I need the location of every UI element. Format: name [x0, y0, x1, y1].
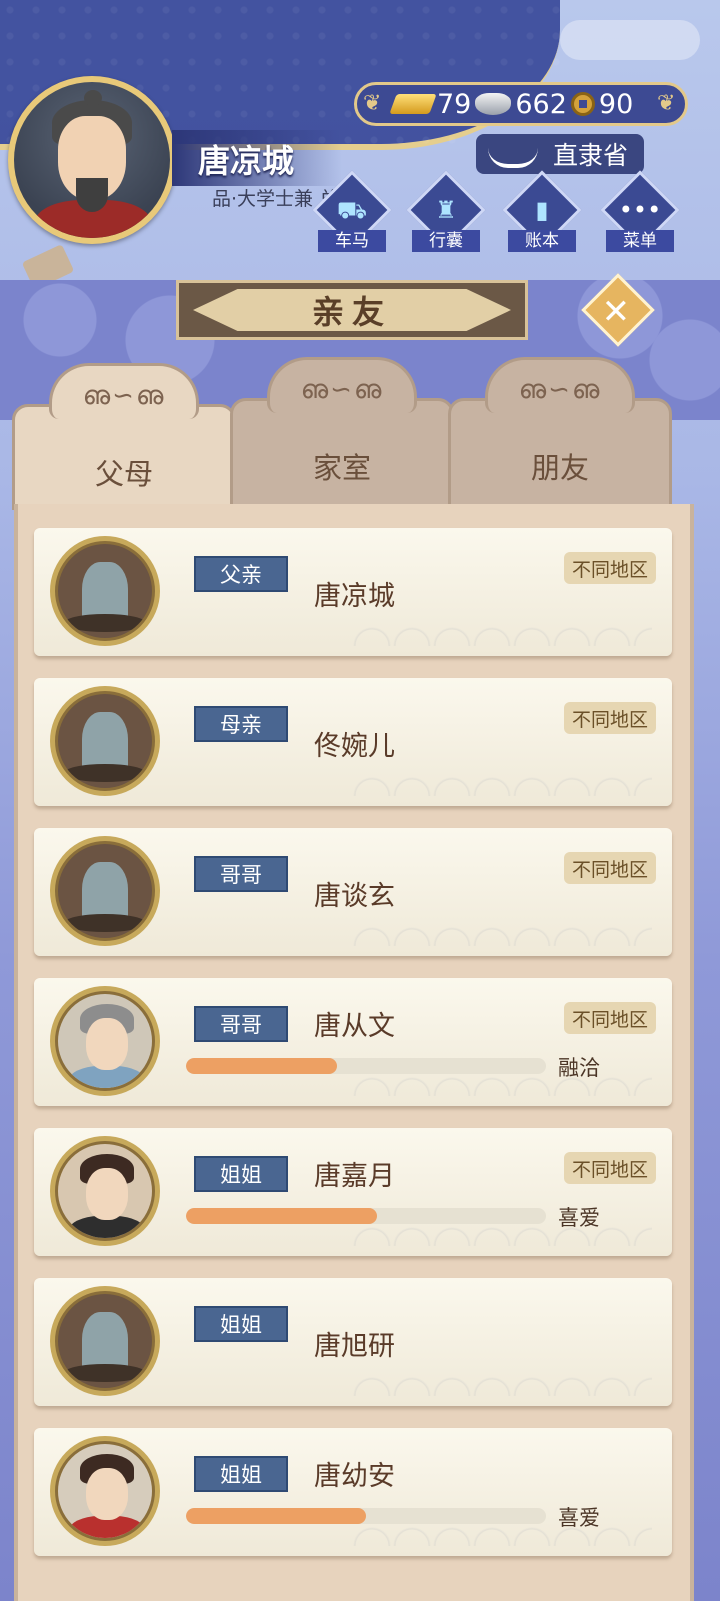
region-badge: 不同地区	[564, 552, 656, 584]
relative-name: 唐从文	[314, 1011, 395, 1042]
affinity-label: 融洽	[558, 1056, 600, 1080]
affinity-label: 喜爱	[558, 1206, 600, 1230]
menu-label: 菜单	[606, 230, 674, 252]
carriage-label: 车马	[318, 230, 386, 252]
relative-name: 唐嘉月	[314, 1161, 395, 1192]
ledger-label: 账本	[508, 230, 576, 252]
tab-label: 朋友	[530, 451, 589, 485]
gold-amount: 79	[437, 88, 472, 120]
affinity-fill	[186, 1208, 377, 1224]
player-avatar[interactable]	[8, 76, 176, 244]
title-banner: 亲友	[176, 280, 528, 340]
avatar	[50, 986, 160, 1096]
list-item[interactable]: 姐姐 唐旭研	[34, 1278, 672, 1406]
list-item[interactable]: 姐姐 唐嘉月 不同地区 喜爱	[34, 1128, 672, 1256]
ledger-button[interactable]: ▮ 账本	[502, 170, 582, 256]
affinity-bar	[186, 1208, 546, 1224]
region-badge: 不同地区	[564, 852, 656, 884]
sky-cloud	[560, 20, 700, 60]
carriage-button[interactable]: ⛟ 车马	[312, 170, 392, 256]
avatar-portrait	[14, 82, 170, 238]
brush-icon	[488, 140, 538, 168]
gold-ingot-icon	[389, 94, 437, 114]
avatar	[50, 1136, 160, 1246]
avatar	[50, 536, 160, 646]
bag-icon: ♜	[435, 196, 457, 224]
relation-badge: 姐姐	[194, 1456, 288, 1492]
avatar	[50, 1286, 160, 1396]
avatar	[50, 836, 160, 946]
silver-amount: 662	[515, 88, 567, 120]
relative-name: 唐谈玄	[314, 881, 395, 912]
relation-badge: 姐姐	[194, 1306, 288, 1342]
bag-button[interactable]: ♜ 行囊	[406, 170, 486, 256]
relation-badge: 哥哥	[194, 856, 288, 892]
coin-amount: 90	[598, 88, 634, 120]
region-badge: 不同地区	[564, 1002, 656, 1034]
affinity-fill	[186, 1508, 366, 1524]
affinity-bar	[186, 1508, 546, 1524]
tab-parents[interactable]: ഌ∽ഌ 父母	[12, 363, 236, 510]
more-icon: •••	[618, 196, 662, 224]
location-button[interactable]: 直隶省	[476, 134, 644, 174]
affinity-label: 喜爱	[558, 1506, 600, 1530]
page-title: 亲友	[193, 289, 511, 331]
region-badge: 不同地区	[564, 1152, 656, 1184]
relation-badge: 母亲	[194, 706, 288, 742]
relation-badge: 哥哥	[194, 1006, 288, 1042]
list-item[interactable]: 父亲 唐凉城 不同地区	[34, 528, 672, 656]
affinity-fill	[186, 1058, 338, 1074]
avatar	[50, 686, 160, 796]
tab-friends[interactable]: ഌ∽ഌ 朋友	[448, 357, 672, 508]
avatar	[50, 1436, 160, 1546]
list-item[interactable]: 哥哥 唐从文 不同地区 融洽	[34, 978, 672, 1106]
bamboo-leaf-icon: ❦	[363, 91, 382, 116]
ledger-icon: ▮	[535, 196, 549, 224]
relative-name: 唐凉城	[314, 581, 395, 612]
list-item[interactable]: 哥哥 唐谈玄 不同地区	[34, 828, 672, 956]
bag-label: 行囊	[412, 230, 480, 252]
relative-name: 唐旭研	[314, 1331, 395, 1362]
tab-label: 家室	[312, 451, 371, 485]
tab-family[interactable]: ഌ∽ഌ 家室	[230, 357, 454, 508]
list-item[interactable]: 母亲 佟婉儿 不同地区	[34, 678, 672, 806]
currency-bar: ❦ 79 662 90 ❦	[354, 82, 688, 126]
cloud-swirl-icon: ഌ∽ഌ	[300, 375, 384, 405]
menu-button[interactable]: ••• 菜单	[600, 170, 680, 256]
bamboo-leaf-icon: ❦	[657, 91, 676, 116]
region-badge: 不同地区	[564, 702, 656, 734]
cloud-swirl-icon: ഌ∽ഌ	[518, 375, 602, 405]
cloud-swirl-icon: ഌ∽ഌ	[82, 381, 166, 411]
list-item[interactable]: 姐姐 唐幼安 喜爱	[34, 1428, 672, 1556]
location-label: 直隶省	[552, 141, 628, 170]
copper-coin-icon	[570, 92, 595, 116]
silver-ingot-icon	[475, 93, 512, 115]
relation-badge: 父亲	[194, 556, 288, 592]
relation-badge: 姐姐	[194, 1156, 288, 1192]
relative-name: 佟婉儿	[314, 731, 395, 762]
player-name: 唐凉城	[198, 142, 295, 180]
tab-label: 父母	[94, 457, 153, 491]
relative-name: 唐幼安	[314, 1461, 395, 1492]
carriage-icon: ⛟	[336, 196, 368, 224]
close-icon: ✕	[601, 292, 631, 333]
affinity-bar	[186, 1058, 546, 1074]
